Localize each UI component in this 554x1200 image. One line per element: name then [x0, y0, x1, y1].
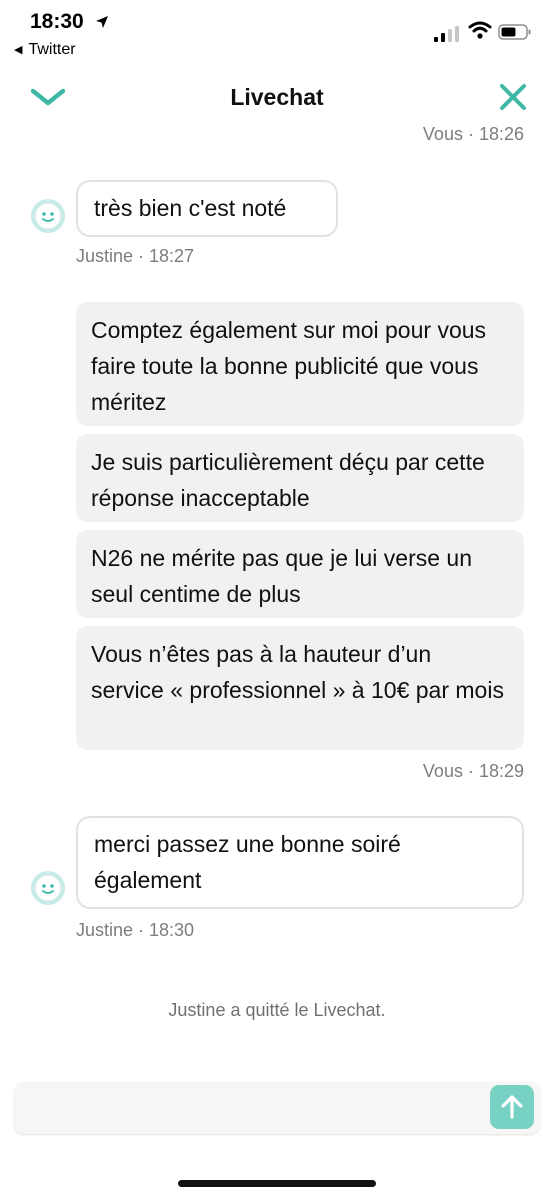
wifi-icon [468, 21, 492, 39]
message-bubble-incoming: merci passez une bonne soiré également [76, 816, 524, 909]
arrow-up-icon [501, 1095, 523, 1119]
close-icon[interactable] [498, 82, 528, 112]
home-indicator [178, 1180, 376, 1187]
status-time: 18:30 [30, 10, 84, 33]
message-bubble-outgoing: Je suis particulièrement déçu par cette … [76, 434, 524, 522]
send-button[interactable] [490, 1085, 534, 1129]
agent-avatar-icon [31, 871, 65, 905]
message-bubble-outgoing: Comptez également sur moi pour vous fair… [76, 302, 524, 426]
status-bar: 18:30 ◀ Twitter [0, 0, 554, 64]
chat-header: Livechat [0, 74, 554, 122]
page-title: Livechat [230, 84, 324, 110]
back-triangle-icon: ◀ [14, 44, 23, 56]
agent-avatar-icon [31, 199, 65, 233]
message-meta-outgoing: Vous · 18:29 [422, 761, 524, 781]
message-bubble-outgoing: Vous n’êtes pas à la hauteur d’un servic… [76, 626, 524, 750]
back-app-label: Twitter [28, 41, 76, 58]
message-input[interactable] [14, 1082, 540, 1134]
message-bubble-outgoing: N26 ne mérite pas que je lui verse un se… [76, 530, 524, 618]
back-to-app-link[interactable]: ◀ Twitter [14, 41, 76, 59]
location-arrow-icon [96, 16, 108, 28]
system-message: Justine a quitté le Livechat. [168, 1000, 386, 1020]
battery-icon [498, 24, 531, 40]
message-meta-incoming: Justine · 18:27 [76, 246, 195, 266]
cellular-signal-icon [434, 26, 459, 42]
message-bubble-incoming: très bien c'est noté [76, 180, 338, 237]
message-meta-incoming: Justine · 18:30 [76, 920, 195, 940]
message-meta-prev: Vous · 18:26 [422, 124, 524, 144]
